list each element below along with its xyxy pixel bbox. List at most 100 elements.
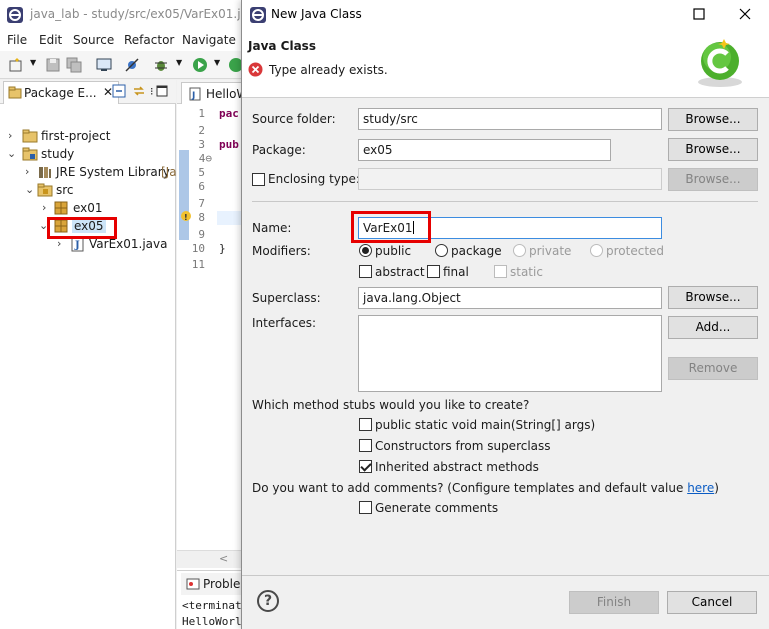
generate-comments-label: Generate comments: [375, 501, 499, 515]
browse-superclass-button[interactable]: Browse...: [668, 286, 758, 309]
svg-text:J: J: [74, 240, 80, 251]
browse-source-folder-button[interactable]: Browse...: [668, 108, 758, 131]
package-explorer: Package E... ✕ ⁝ › first-project ⌄ study…: [0, 80, 177, 629]
wizard-page-title: Java Class: [248, 39, 316, 53]
run-icon[interactable]: [192, 57, 208, 73]
tree-item-first-project[interactable]: › first-project: [0, 127, 176, 145]
tab-problems[interactable]: Probler: [181, 573, 245, 595]
comments-question-text: Do you want to add comments? (Configure …: [252, 481, 688, 495]
enclosing-type-field[interactable]: [358, 168, 662, 190]
main-method-checkbox[interactable]: [359, 418, 372, 431]
problems-icon: [186, 578, 200, 590]
tree-item-study[interactable]: ⌄ study: [0, 145, 176, 163]
chevron-right-icon[interactable]: ›: [8, 129, 18, 142]
menu-file[interactable]: File: [7, 33, 27, 47]
chevron-down-icon[interactable]: ⌄: [7, 147, 17, 160]
chevron-right-icon[interactable]: ›: [42, 201, 52, 214]
package-icon: [54, 201, 68, 215]
save-icon[interactable]: [45, 57, 61, 73]
line-number: 3: [198, 138, 205, 151]
static-checkbox[interactable]: [494, 265, 507, 278]
tree-item-label: first-project: [41, 129, 111, 143]
generate-comments-checkbox[interactable]: [359, 501, 372, 514]
tree-item-ex01[interactable]: › ex01: [0, 199, 176, 217]
new-java-class-dialog: New Java Class Java Class Type already e…: [241, 0, 769, 629]
code-line-3: pub: [219, 138, 239, 151]
save-all-icon[interactable]: [66, 57, 82, 73]
tab-package-explorer[interactable]: Package E... ✕: [3, 81, 119, 104]
new-wizard-icon[interactable]: [8, 57, 24, 73]
dialog-title: New Java Class: [271, 7, 362, 21]
package-explorer-tabbar: Package E... ✕ ⁝: [0, 80, 176, 104]
wizard-banner: Java Class Type already exists.: [242, 29, 769, 98]
menu-navigate[interactable]: Navigate: [182, 33, 236, 47]
line-number: 9: [198, 228, 205, 241]
enclosing-type-checkbox[interactable]: [252, 173, 265, 186]
line-number: 6: [198, 180, 205, 193]
dropdown-arrow-icon[interactable]: ▼: [30, 58, 36, 67]
error-message: Type already exists.: [269, 63, 388, 77]
tree-item-jre-library[interactable]: › JRE System Library [Ja: [0, 163, 177, 181]
horizontal-scrollbar[interactable]: <: [177, 550, 245, 568]
final-checkbox[interactable]: [427, 265, 440, 278]
finish-button[interactable]: Finish: [569, 591, 659, 614]
chevron-right-icon[interactable]: ›: [25, 165, 35, 178]
browse-package-button[interactable]: Browse...: [668, 138, 758, 161]
tab-package-explorer-label: Package E...: [24, 86, 97, 100]
radio-protected[interactable]: [590, 244, 603, 257]
code-line-1: pac: [219, 107, 239, 120]
source-folder-icon: [37, 183, 53, 197]
dropdown-arrow-icon[interactable]: ▼: [176, 58, 182, 67]
source-folder-field[interactable]: study/src: [358, 108, 662, 130]
chevron-down-icon[interactable]: ⌄: [25, 183, 35, 196]
line-number: 2: [198, 124, 205, 137]
abstract-checkbox[interactable]: [359, 265, 372, 278]
add-interface-button[interactable]: Add...: [668, 316, 758, 339]
remove-interface-button[interactable]: Remove: [668, 357, 758, 380]
menu-refactor[interactable]: Refactor: [124, 33, 174, 47]
help-icon[interactable]: ?: [257, 590, 279, 612]
radio-public-label: public: [375, 244, 412, 258]
tree-item-src[interactable]: ⌄ src: [0, 181, 176, 199]
java-file-icon: J: [189, 87, 201, 101]
radio-private[interactable]: [513, 244, 526, 257]
scroll-left-arrow[interactable]: <: [219, 552, 228, 565]
maximize-view-icon[interactable]: [155, 84, 169, 98]
radio-package[interactable]: [435, 244, 448, 257]
maximize-button[interactable]: [676, 0, 722, 29]
comments-question-end: ): [714, 481, 719, 495]
menu-source[interactable]: Source: [73, 33, 114, 47]
constructors-label: Constructors from superclass: [375, 439, 551, 453]
debug-icon[interactable]: [153, 57, 169, 73]
highlight-annotation: [351, 211, 431, 243]
footer-separator: [242, 575, 769, 576]
constructors-checkbox[interactable]: [359, 439, 372, 452]
line-number: 8: [198, 211, 205, 224]
warning-marker-icon[interactable]: !: [180, 210, 192, 222]
eclipse-title-bar: java_lab - study/src/ex05/VarEx01.java: [0, 0, 245, 29]
browse-enclosing-button[interactable]: Browse...: [668, 168, 758, 191]
tree-item-label: VarEx01.java: [89, 237, 168, 251]
menu-edit[interactable]: Edit: [39, 33, 62, 47]
project-folder-icon: [22, 147, 38, 161]
comments-question: Do you want to add comments? (Configure …: [252, 481, 719, 495]
skip-breakpoints-icon[interactable]: [124, 57, 140, 73]
superclass-field[interactable]: java.lang.Object: [358, 287, 662, 309]
abstract-label: abstract: [375, 265, 425, 279]
cancel-button[interactable]: Cancel: [667, 591, 757, 614]
package-field[interactable]: ex05: [358, 139, 611, 161]
view-menu-icon[interactable]: ⁝: [150, 85, 154, 98]
tab-hello-world[interactable]: J HelloW: [181, 82, 245, 104]
inherited-methods-checkbox[interactable]: [359, 460, 372, 473]
collapse-all-icon[interactable]: [112, 84, 126, 98]
link-with-editor-icon[interactable]: [132, 84, 146, 98]
radio-private-label: private: [529, 244, 572, 258]
eclipse-app-icon: [250, 7, 266, 23]
close-button[interactable]: [722, 0, 768, 29]
interfaces-list[interactable]: [358, 315, 662, 392]
radio-public[interactable]: [359, 244, 372, 257]
configure-templates-link[interactable]: here: [687, 481, 714, 495]
console-icon[interactable]: [96, 57, 112, 73]
dropdown-arrow-icon[interactable]: ▼: [214, 58, 220, 67]
tree-item-label: src: [56, 183, 74, 197]
